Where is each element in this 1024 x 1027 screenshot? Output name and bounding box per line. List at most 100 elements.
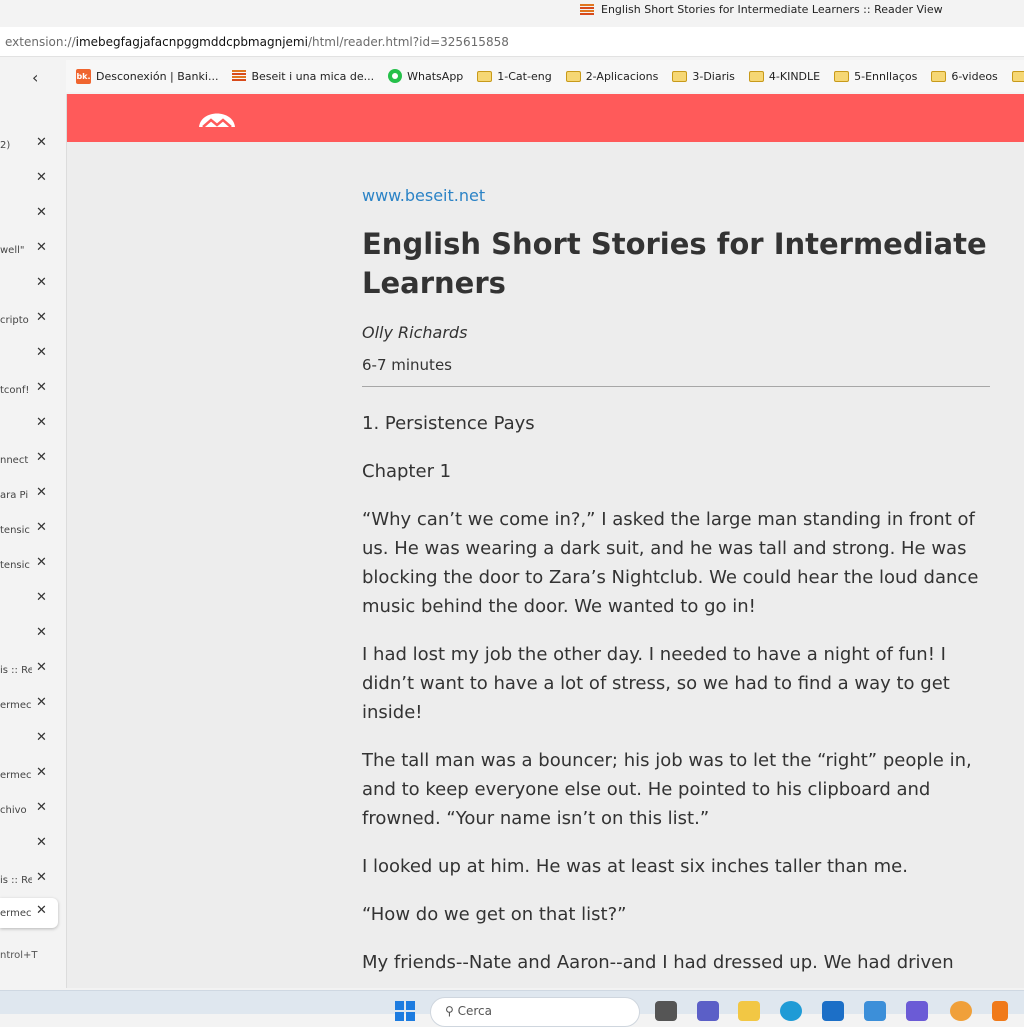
bookmark-desconexion[interactable]: bk. Desconexión | Banki... <box>76 68 219 84</box>
sidebar-tab-label: well" <box>0 244 25 256</box>
sidebar-tab[interactable]: ✕ <box>0 620 58 650</box>
close-icon[interactable]: ✕ <box>36 870 47 885</box>
app-icon[interactable] <box>950 1001 972 1021</box>
file-explorer-icon[interactable] <box>738 1001 760 1021</box>
close-icon[interactable]: ✕ <box>36 835 47 850</box>
address-bar[interactable]: extension://imebegfagjafacnpggmddcpbmagn… <box>0 27 1024 57</box>
read-time: 6-7 minutes <box>362 356 990 387</box>
sidebar-tab[interactable]: tensic ✕ <box>0 515 58 545</box>
sidebar-tab-label: ara Pi <box>0 489 29 501</box>
reader-view: www.beseit.net English Short Stories for… <box>66 94 1024 988</box>
close-icon[interactable]: ✕ <box>36 520 47 535</box>
url-text[interactable]: extension://imebegfagjafacnpggmddcpbmagn… <box>5 35 509 49</box>
folder-icon <box>834 70 850 82</box>
sidebar-tab-label: chivo <box>0 804 27 816</box>
bookmark-folder-ennllacos[interactable]: 5-Ennllaços <box>834 70 917 83</box>
chevron-left-icon[interactable]: ‹ <box>32 68 38 87</box>
article-title: English Short Stories for Intermediate L… <box>362 227 987 300</box>
search-placeholder: Cerca <box>457 1004 493 1018</box>
site-link[interactable]: www.beseit.net <box>362 186 990 205</box>
close-icon[interactable]: ✕ <box>36 485 47 500</box>
bookmark-folder-aplicacions[interactable]: 2-Aplicacions <box>565 70 658 83</box>
sidebar-tab[interactable]: ✕ <box>0 200 58 230</box>
windows-start-icon[interactable] <box>395 1001 415 1021</box>
sidebar-tab[interactable]: cripto ✕ <box>0 305 58 335</box>
url-path: /html/reader.html?id=325615858 <box>307 35 509 49</box>
close-icon[interactable]: ✕ <box>36 135 47 150</box>
bookmark-whatsapp[interactable]: WhatsApp <box>388 69 463 83</box>
sidebar-tab[interactable]: ara Pi ✕ <box>0 480 58 510</box>
store-icon[interactable] <box>822 1001 844 1021</box>
folder-icon <box>672 70 688 82</box>
close-icon[interactable]: ✕ <box>36 450 47 465</box>
taskbar-search[interactable]: ⚲ Cerca <box>430 997 640 1027</box>
bookmark-folder-cat-eng[interactable]: 1-Cat-eng <box>477 70 552 83</box>
sidebar-tab[interactable]: well" ✕ <box>0 235 58 265</box>
bookmark-label: Desconexión | Banki... <box>96 69 219 83</box>
sidebar-tab[interactable]: tconf! ✕ <box>0 375 58 405</box>
close-icon[interactable]: ✕ <box>36 695 47 710</box>
bookmark-beseit[interactable]: Beseit i una mica de... <box>232 70 374 83</box>
sidebar-tab[interactable]: ✕ <box>0 725 58 755</box>
close-icon[interactable]: ✕ <box>36 800 47 815</box>
folder-icon <box>565 70 581 82</box>
sidebar-tab[interactable]: tensic ✕ <box>0 550 58 580</box>
sidebar-tab[interactable]: chivo ✕ <box>0 795 58 825</box>
sidebar-tab[interactable]: ✕ <box>0 830 58 860</box>
vlc-icon[interactable] <box>992 1001 1008 1021</box>
sidebar-tab[interactable]: is :: Re ✕ <box>0 865 58 895</box>
bookmark-label: 4-KINDLE <box>768 69 821 83</box>
close-icon[interactable]: ✕ <box>36 555 47 570</box>
sidebar-tab-label: is :: Re <box>0 664 32 676</box>
sidebar-tab-label: 2) <box>0 139 11 151</box>
close-icon[interactable]: ✕ <box>36 625 47 640</box>
close-icon[interactable]: ✕ <box>36 765 47 780</box>
sidebar-tab[interactable]: is :: Re ✕ <box>0 655 58 685</box>
close-icon[interactable]: ✕ <box>36 170 47 185</box>
edge-icon[interactable] <box>780 1001 802 1021</box>
sidebar-tab-label: tconf! <box>0 384 30 396</box>
sidebar-tab[interactable]: 2) ✕ <box>0 130 58 160</box>
book-logo-icon[interactable] <box>197 101 237 133</box>
chapter-heading: Chapter 1 <box>362 461 452 482</box>
sidebar-tab[interactable]: ermec ✕ <box>0 690 58 720</box>
close-icon[interactable]: ✕ <box>36 660 47 675</box>
photos-icon[interactable] <box>864 1001 886 1021</box>
sidebar-tab-label: ermec <box>0 907 32 919</box>
sidebar-tab[interactable]: ermec ✕ <box>0 760 58 790</box>
sidebar-tab[interactable]: ✕ <box>0 340 58 370</box>
bookmark-label: 3-Diaris <box>692 69 735 83</box>
paragraph: My friends--Nate and Aaron--and I had dr… <box>362 952 954 973</box>
app-icon[interactable] <box>906 1001 928 1021</box>
folder-icon <box>748 70 764 82</box>
close-icon[interactable]: ✕ <box>36 415 47 430</box>
close-icon[interactable]: ✕ <box>36 903 47 918</box>
whatsapp-icon <box>388 69 403 83</box>
close-icon[interactable]: ✕ <box>36 345 47 360</box>
sidebar-tab[interactable]: ✕ <box>0 270 58 300</box>
bookmark-folder-kindle[interactable]: 4-KINDLE <box>748 69 821 83</box>
task-view-icon[interactable] <box>655 1001 677 1021</box>
sidebar-tab-label: cripto <box>0 314 29 326</box>
new-tab-shortcut[interactable]: ntrol+T <box>0 950 38 961</box>
close-icon[interactable]: ✕ <box>36 240 47 255</box>
teams-icon[interactable] <box>697 1001 719 1021</box>
close-icon[interactable]: ✕ <box>36 380 47 395</box>
bookmark-folder-diaris[interactable]: 3-Diaris <box>672 70 735 83</box>
paragraph: The tall man was a bouncer; his job was … <box>362 750 972 829</box>
sidebar-tab[interactable]: ✕ <box>0 165 58 195</box>
close-icon[interactable]: ✕ <box>36 275 47 290</box>
sidebar-tab[interactable]: ✕ <box>0 585 58 615</box>
close-icon[interactable]: ✕ <box>36 730 47 745</box>
close-icon[interactable]: ✕ <box>36 310 47 325</box>
title-bar: English Short Stories for Intermediate L… <box>0 0 1024 24</box>
close-icon[interactable]: ✕ <box>36 590 47 605</box>
close-icon[interactable]: ✕ <box>36 205 47 220</box>
taskbar: ⚲ Cerca <box>0 990 1024 1027</box>
bookmark-folder-more[interactable] <box>1011 70 1024 82</box>
sidebar-tab[interactable]: ermec ✕ <box>0 898 58 928</box>
bk-icon: bk. <box>76 68 91 84</box>
sidebar-tab[interactable]: ✕ <box>0 410 58 440</box>
sidebar-tab[interactable]: nnect ✕ <box>0 445 58 475</box>
bookmark-folder-videos[interactable]: 6-videos <box>931 70 998 83</box>
